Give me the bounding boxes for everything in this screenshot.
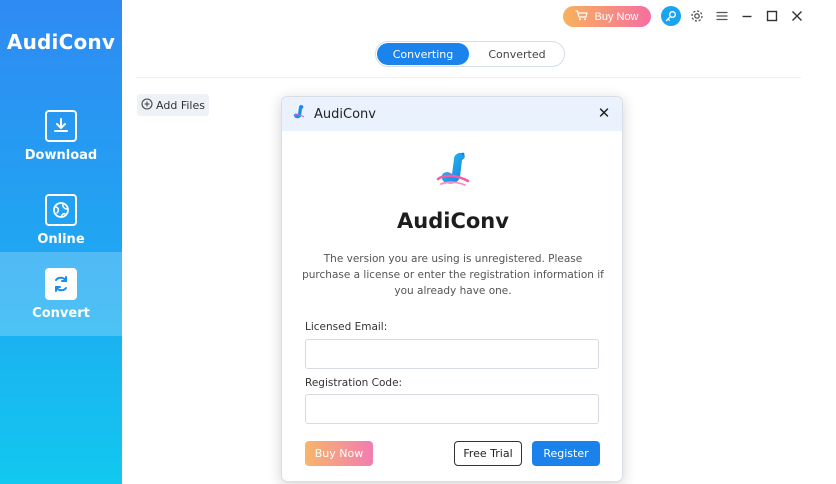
- app-logo-icon: [433, 149, 473, 191]
- dialog-title: AudiConv: [314, 106, 376, 122]
- tab-converting[interactable]: Converting: [377, 43, 469, 65]
- tab-switch: Converting Converted: [375, 41, 565, 67]
- globe-icon: [45, 193, 77, 226]
- cart-icon: [575, 9, 589, 24]
- email-label: Licensed Email:: [305, 321, 388, 333]
- plus-circle-icon: [141, 97, 153, 113]
- registration-code-field[interactable]: [305, 394, 599, 424]
- email-field[interactable]: [305, 339, 599, 369]
- convert-icon: [45, 267, 77, 300]
- maximize-icon[interactable]: [762, 6, 782, 26]
- free-trial-button[interactable]: Free Trial: [454, 441, 522, 466]
- dialog-app-name: AudiConv: [397, 209, 509, 233]
- key-icon[interactable]: [661, 6, 681, 26]
- tab-converted[interactable]: Converted: [472, 43, 562, 65]
- registration-dialog: AudiConv ✕ AudiConv The version you are …: [281, 96, 623, 482]
- sidebar-item-convert[interactable]: Convert: [0, 252, 122, 336]
- close-icon[interactable]: [787, 6, 807, 26]
- registration-code-label: Registration Code:: [305, 377, 403, 389]
- add-files-button[interactable]: Add Files: [137, 94, 209, 116]
- menu-icon[interactable]: [712, 6, 732, 26]
- dialog-buy-now-button[interactable]: Buy Now: [305, 441, 373, 466]
- buy-now-button[interactable]: Buy Now: [563, 6, 651, 27]
- sidebar: AudiConv Download Online Convert: [0, 0, 122, 484]
- sidebar-item-online[interactable]: Online: [0, 178, 122, 262]
- dialog-close-icon[interactable]: ✕: [595, 104, 613, 122]
- unregistered-message: The version you are using is unregistere…: [302, 253, 604, 297]
- sidebar-item-label: Convert: [32, 305, 90, 321]
- buy-now-label: Buy Now: [594, 10, 639, 23]
- sidebar-item-label: Online: [37, 231, 85, 247]
- minimize-icon[interactable]: [737, 6, 757, 26]
- sidebar-item-download[interactable]: Download: [0, 94, 122, 178]
- register-button[interactable]: Register: [532, 441, 600, 466]
- add-files-label: Add Files: [156, 98, 205, 112]
- dialog-header: AudiConv ✕: [282, 97, 622, 131]
- app-logo-icon: [292, 104, 306, 124]
- app-title: AudiConv: [6, 30, 116, 54]
- header-divider: [136, 77, 801, 78]
- gear-icon[interactable]: [687, 6, 707, 26]
- download-icon: [45, 109, 77, 142]
- sidebar-item-label: Download: [24, 147, 98, 163]
